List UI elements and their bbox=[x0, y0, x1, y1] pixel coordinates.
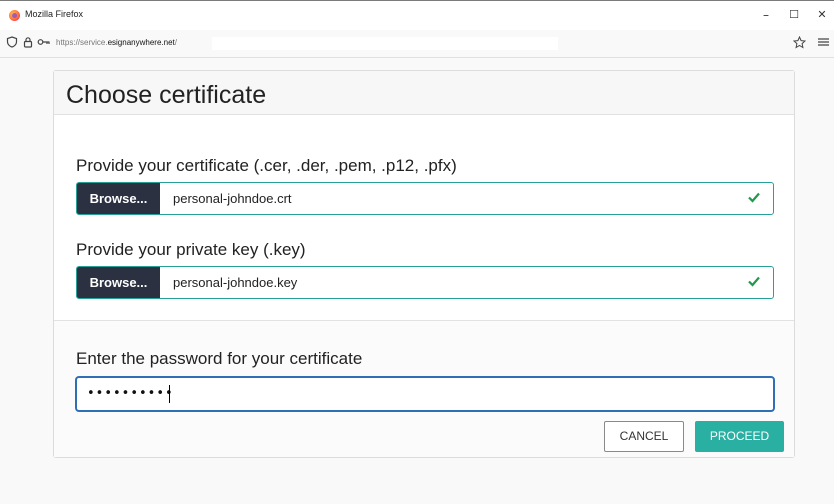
certificate-label: Provide your certificate (.cer, .der, .p… bbox=[76, 156, 457, 175]
text-caret bbox=[169, 385, 170, 403]
certificate-browse-button[interactable]: Browse... bbox=[77, 183, 160, 214]
choose-certificate-dialog: Choose certificate Provide your certific… bbox=[53, 70, 795, 458]
url-domain: esignanywhere.net bbox=[107, 38, 175, 47]
dialog-title: Choose certificate bbox=[66, 81, 267, 109]
url-prefix: https://service. bbox=[56, 38, 108, 47]
maximize-button[interactable]: ☐ bbox=[782, 6, 806, 24]
password-input[interactable]: •••••••••• bbox=[76, 377, 774, 411]
private-key-label: Provide your private key (.key) bbox=[76, 240, 306, 259]
dialog-header: Choose certificate bbox=[54, 71, 794, 115]
firefox-logo-icon bbox=[9, 10, 20, 21]
window-titlebar: Mozilla Firefox – ☐ ✕ bbox=[0, 0, 834, 30]
cancel-button[interactable]: CANCEL bbox=[604, 421, 684, 452]
url-suffix: / bbox=[174, 38, 177, 47]
url-text[interactable]: https://service.esignanywhere.net/ bbox=[56, 38, 177, 47]
check-icon bbox=[747, 190, 761, 204]
lock-icon[interactable] bbox=[21, 36, 35, 50]
minimize-button[interactable]: – bbox=[754, 6, 778, 24]
check-icon bbox=[747, 274, 761, 288]
window-border bbox=[0, 0, 834, 1]
certificate-file-name: personal-johndoe.crt bbox=[173, 191, 292, 206]
private-key-browse-button[interactable]: Browse... bbox=[77, 267, 160, 298]
private-key-file-name: personal-johndoe.key bbox=[173, 275, 298, 290]
close-button[interactable]: ✕ bbox=[810, 6, 834, 24]
url-input-field[interactable] bbox=[212, 37, 558, 50]
bookmark-star-icon[interactable] bbox=[792, 35, 806, 50]
menu-icon[interactable] bbox=[816, 36, 830, 50]
private-key-file-input[interactable]: Browse... personal-johndoe.key bbox=[76, 266, 774, 299]
certificate-file-input[interactable]: Browse... personal-johndoe.crt bbox=[76, 182, 774, 215]
shield-icon[interactable] bbox=[5, 36, 19, 50]
key-icon[interactable] bbox=[37, 36, 51, 50]
password-label: Enter the password for your certificate bbox=[76, 349, 363, 368]
window-title: Mozilla Firefox bbox=[25, 9, 84, 19]
password-value: •••••••••• bbox=[87, 386, 174, 401]
address-bar: https://service.esignanywhere.net/ bbox=[0, 30, 834, 58]
proceed-button[interactable]: PROCEED bbox=[695, 421, 784, 452]
